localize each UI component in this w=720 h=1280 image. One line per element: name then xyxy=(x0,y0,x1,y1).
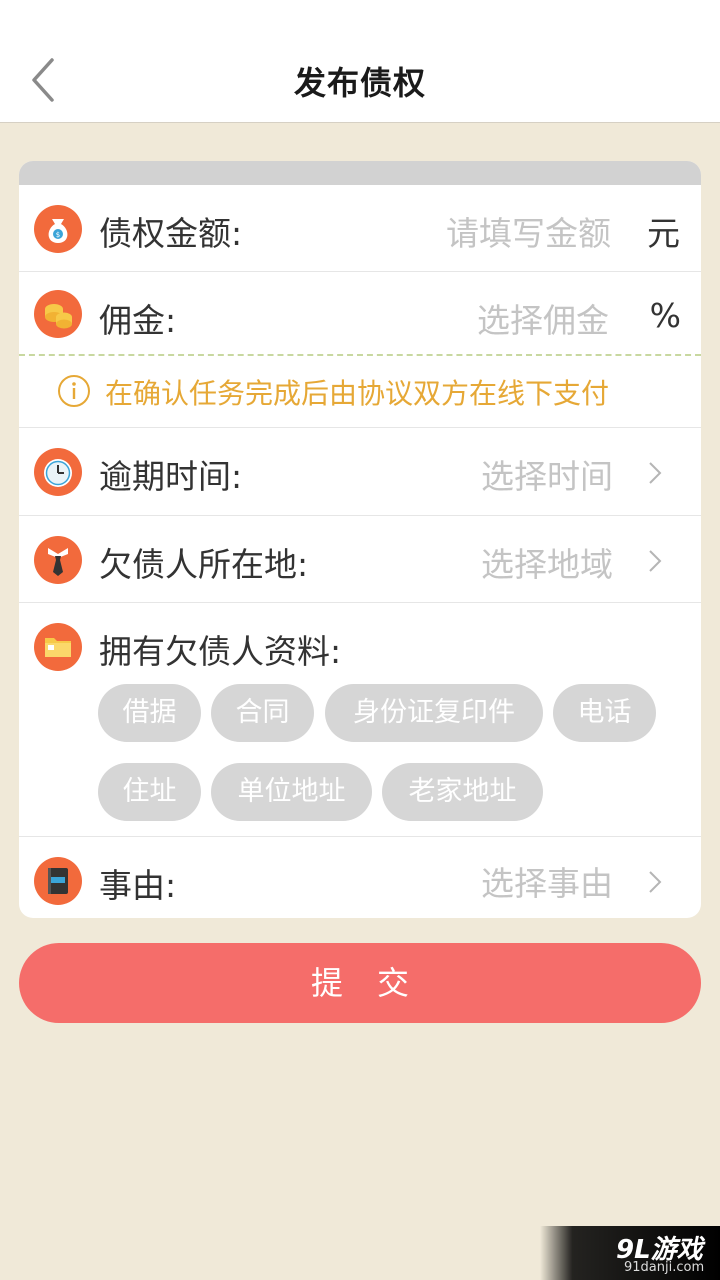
form-card: $ 债权金额: 请填写金额 元 佣金: 选择佣金 % 在确认任务完成后由协议双方… xyxy=(19,161,701,918)
location-label: 欠债人所在地: xyxy=(99,545,309,584)
overdue-select[interactable]: 选择时间 xyxy=(481,450,613,498)
chevron-right-icon xyxy=(649,871,662,893)
coins-icon xyxy=(34,290,82,338)
amount-label: 债权金额: xyxy=(99,214,243,253)
location-select[interactable]: 选择地域 xyxy=(481,538,613,586)
watermark-site: 91danji.com xyxy=(624,1260,705,1275)
tie-icon xyxy=(34,536,82,584)
tag-iou[interactable]: 借据 xyxy=(98,684,201,742)
amount-input[interactable]: 请填写金额 xyxy=(446,207,611,255)
commission-select[interactable]: 选择佣金 xyxy=(477,294,609,342)
reason-label: 事由: xyxy=(99,866,177,905)
chevron-right-icon xyxy=(649,550,662,572)
materials-label: 拥有欠债人资料: xyxy=(99,632,342,671)
commission-row[interactable]: 佣金: 选择佣金 % xyxy=(19,272,701,354)
location-row[interactable]: 欠债人所在地: 选择地域 xyxy=(19,516,701,602)
submit-button[interactable]: 提交 xyxy=(19,943,701,1023)
amount-unit: 元 xyxy=(647,214,680,253)
payment-notice: 在确认任务完成后由协议双方在线下支付 xyxy=(19,354,701,428)
tag-hometown-address[interactable]: 老家地址 xyxy=(382,763,543,821)
tag-id-copy[interactable]: 身份证复印件 xyxy=(325,684,543,742)
tag-contract[interactable]: 合同 xyxy=(211,684,314,742)
reason-row[interactable]: 事由: 选择事由 xyxy=(19,837,701,918)
overdue-row[interactable]: 逾期时间: 选择时间 xyxy=(19,428,701,515)
chevron-right-icon xyxy=(649,462,662,484)
overdue-label: 逾期时间: xyxy=(99,457,243,496)
folder-icon xyxy=(34,623,82,671)
nav-header: 发布债权 xyxy=(0,0,720,123)
svg-text:$: $ xyxy=(56,231,60,239)
tag-phone[interactable]: 电话 xyxy=(553,684,656,742)
watermark: 9L游戏 91danji.com xyxy=(540,1226,720,1280)
notebook-icon xyxy=(34,857,82,905)
tag-work-address[interactable]: 单位地址 xyxy=(211,763,372,821)
commission-label: 佣金: xyxy=(99,301,177,340)
tag-address[interactable]: 住址 xyxy=(98,763,201,821)
clock-icon xyxy=(34,448,82,496)
page-title: 发布债权 xyxy=(293,64,426,102)
card-top-bar xyxy=(19,161,701,185)
reason-select[interactable]: 选择事由 xyxy=(481,857,613,905)
amount-row[interactable]: $ 债权金额: 请填写金额 元 xyxy=(19,185,701,271)
materials-row: 拥有欠债人资料: 借据 合同 身份证复印件 电话 住址 单位地址 老家地址 xyxy=(19,603,701,836)
commission-unit: % xyxy=(649,296,681,335)
info-icon xyxy=(58,375,90,407)
notice-text: 在确认任务完成后由协议双方在线下支付 xyxy=(105,377,610,410)
money-bag-icon: $ xyxy=(34,205,82,253)
